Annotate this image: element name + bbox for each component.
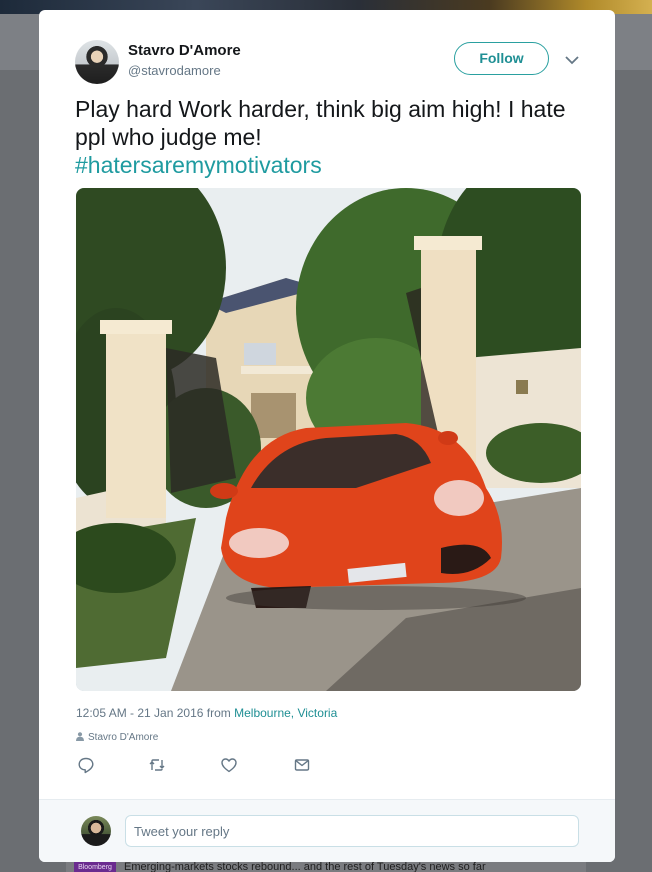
current-user-avatar <box>81 816 111 846</box>
reply-icon[interactable] <box>77 756 95 774</box>
tweet-body: Play hard Work harder, think big aim hig… <box>75 96 566 150</box>
author-name[interactable]: Stavro D'Amore <box>128 42 241 59</box>
reply-bar <box>39 799 615 862</box>
person-icon <box>76 732 84 741</box>
like-icon[interactable] <box>220 756 238 774</box>
author-handle[interactable]: @stavrodamore <box>128 63 221 78</box>
message-icon[interactable] <box>293 756 311 774</box>
tweet-location-link[interactable]: Melbourne, Victoria <box>234 706 337 720</box>
tweet-modal: Stavro D'Amore @stavrodamore Follow Play… <box>39 10 615 862</box>
tweet-actions <box>76 756 376 776</box>
retweet-icon[interactable] <box>148 756 166 774</box>
news-source-logo: Bloomberg <box>74 862 116 872</box>
author-avatar[interactable] <box>75 40 119 84</box>
tweet-timestamp[interactable]: 12:05 AM - 21 Jan 2016 from <box>76 706 231 720</box>
hashtag-link[interactable]: #hatersaremymotivators <box>75 152 322 178</box>
follow-button[interactable]: Follow <box>454 42 549 75</box>
news-headline: Emerging-markets stocks rebound... and t… <box>124 861 486 872</box>
tweet-meta: 12:05 AM - 21 Jan 2016 from Melbourne, V… <box>76 706 337 720</box>
photo-credit-name[interactable]: Stavro D'Amore <box>88 732 158 743</box>
photo-credit: Stavro D'Amore <box>76 732 158 743</box>
reply-input[interactable] <box>125 815 579 847</box>
tweet-photo[interactable] <box>76 188 581 691</box>
chevron-down-icon[interactable] <box>563 53 581 67</box>
tweet-text: Play hard Work harder, think big aim hig… <box>75 95 585 179</box>
